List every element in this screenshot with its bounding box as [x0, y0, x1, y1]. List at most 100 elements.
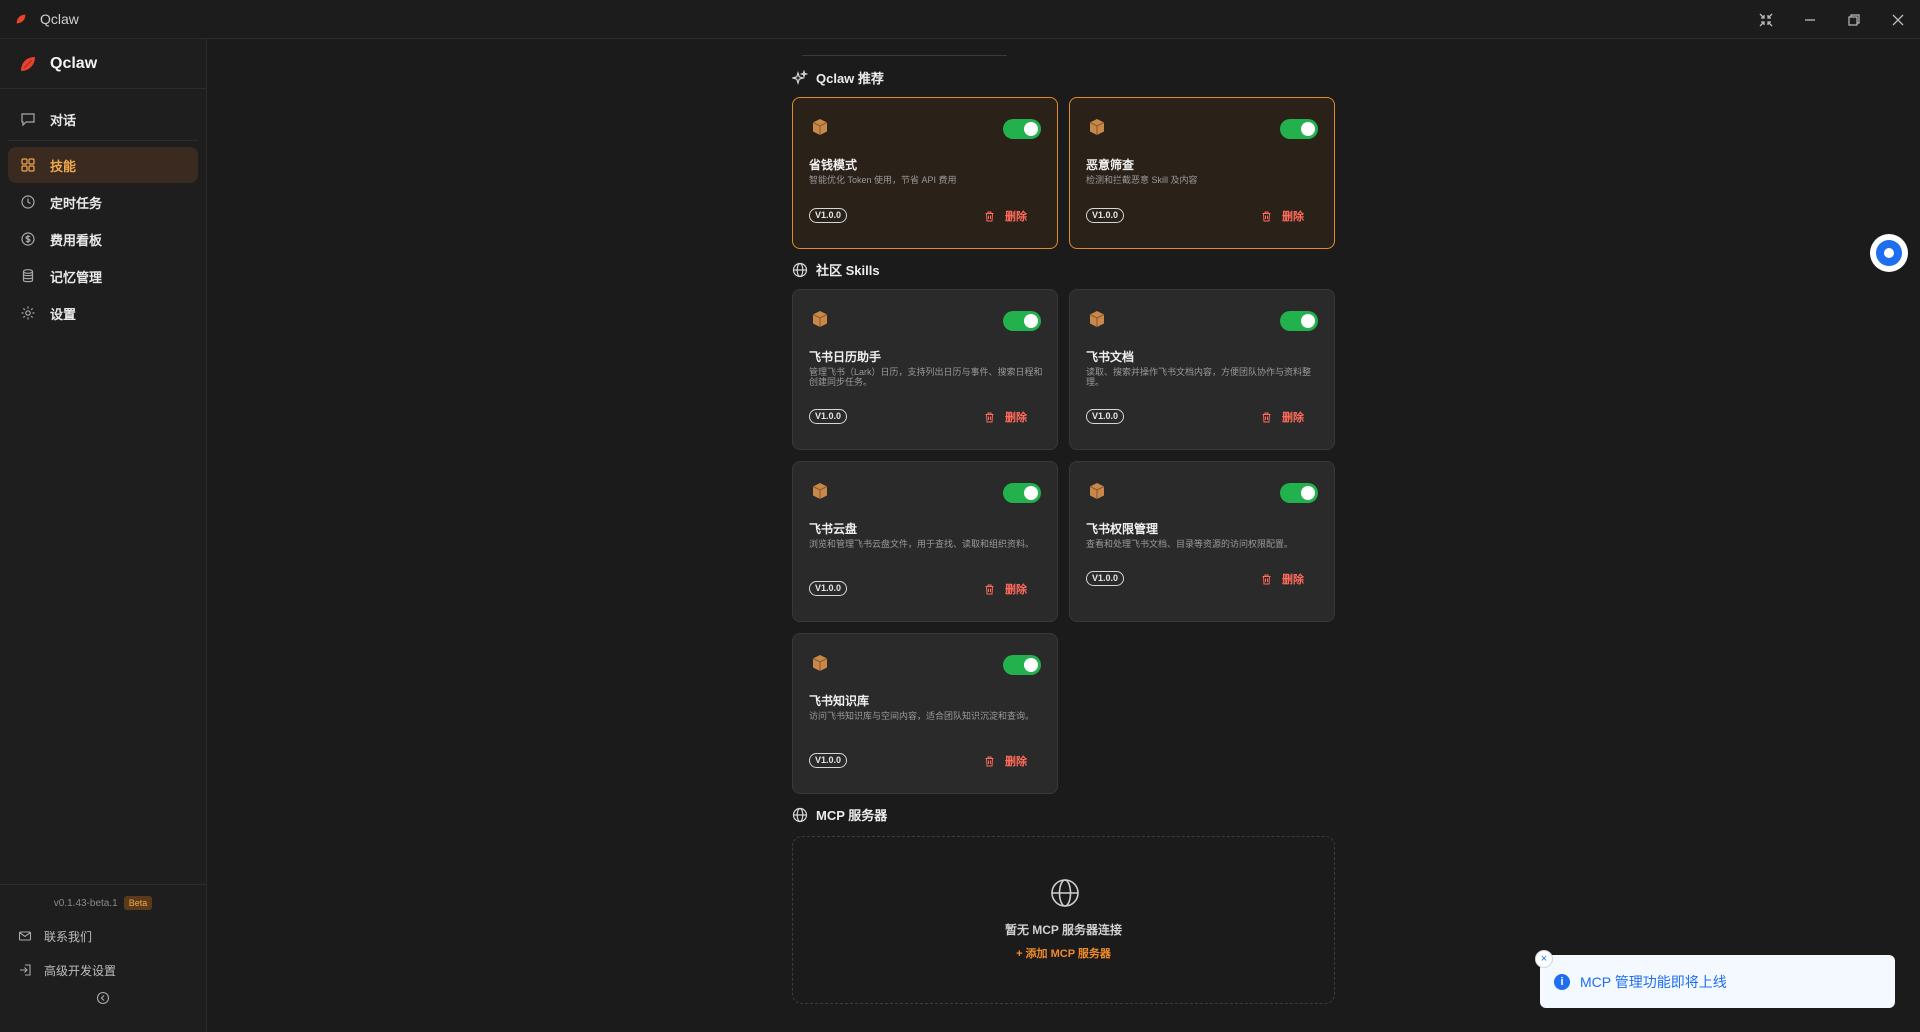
collapse-sidebar-button[interactable]: [0, 991, 206, 1005]
skill-description: 检测和拦截恶意 Skill 及内容: [1086, 175, 1198, 185]
version-text: v0.1.43-beta.1: [53, 897, 118, 909]
skill-enable-toggle[interactable]: [1280, 483, 1318, 503]
globe-icon: [792, 262, 808, 278]
version-row: v0.1.43-beta.1 Beta: [0, 895, 206, 911]
skill-name: 省钱模式: [809, 158, 858, 172]
skill-description: 浏览和管理飞书云盘文件，用于查找、读取和组织资料。: [809, 539, 1035, 549]
dev-settings-link[interactable]: 高级开发设置: [0, 953, 206, 987]
app-logo-icon: [16, 14, 26, 24]
window-title: Qclaw: [40, 11, 79, 27]
dollar-icon: [20, 231, 36, 247]
delete-label: 删除: [1005, 584, 1027, 596]
compact-mode-button[interactable]: [1744, 0, 1788, 39]
database-icon: [20, 268, 36, 284]
brand-logo-icon: [21, 56, 35, 71]
sidebar-item-skills[interactable]: 技能: [8, 147, 198, 183]
package-icon: [812, 119, 828, 135]
recommended-section-title: Qclaw 推荐: [792, 68, 884, 87]
trash-icon: [984, 211, 995, 222]
nav-divider: [8, 140, 198, 141]
sidebar-item-scheduled-tasks[interactable]: 定时任务: [8, 184, 198, 220]
package-icon: [1089, 119, 1105, 135]
delete-skill-button[interactable]: 删除: [984, 753, 1027, 769]
delete-skill-button[interactable]: 删除: [1261, 208, 1304, 224]
gear-icon: [20, 305, 36, 321]
skill-name: 恶意筛查: [1086, 158, 1135, 172]
brand: Qclaw: [0, 39, 206, 89]
version-badge: V1.0.0: [809, 753, 848, 768]
minimize-button[interactable]: [1788, 0, 1832, 39]
section-title-text: 社区 Skills: [816, 263, 880, 278]
close-icon: [1892, 14, 1904, 25]
login-icon: [18, 963, 32, 977]
delete-label: 删除: [1282, 211, 1304, 223]
version-badge: V1.0.0: [1086, 571, 1125, 586]
clock-icon: [20, 194, 36, 210]
floating-assistant-button[interactable]: [1870, 234, 1908, 272]
sidebar-item-chat[interactable]: 对话: [8, 101, 198, 137]
delete-label: 删除: [1005, 211, 1027, 223]
sidebar-nav: 对话 技能 定时任务 费用看板 记忆管理 设置: [0, 101, 206, 331]
grid-icon: [20, 157, 36, 173]
skill-description: 读取、搜索并操作飞书文档内容，方便团队协作与资料整理。: [1086, 367, 1312, 387]
delete-skill-button[interactable]: 删除: [984, 208, 1027, 224]
info-icon: i: [1554, 973, 1570, 990]
skill-name: 飞书日历助手: [809, 350, 882, 364]
skill-enable-toggle[interactable]: [1003, 483, 1041, 503]
sidebar-item-memory[interactable]: 记忆管理: [8, 258, 198, 294]
skill-enable-toggle[interactable]: [1280, 311, 1318, 331]
sidebar-item-label: 记忆管理: [50, 269, 103, 285]
section-title-text: MCP 服务器: [816, 808, 888, 823]
section-title-text: Qclaw 推荐: [816, 71, 884, 86]
sidebar-item-label: 对话: [50, 112, 77, 128]
delete-label: 删除: [1005, 756, 1027, 768]
mcp-empty-state: 暂无 MCP 服务器连接 + 添加 MCP 服务器: [792, 836, 1335, 1004]
delete-label: 删除: [1282, 574, 1304, 586]
toast-close-button[interactable]: ×: [1535, 950, 1553, 968]
close-window-button[interactable]: [1876, 0, 1920, 39]
title-bar: Qclaw: [0, 0, 1920, 39]
delete-skill-button[interactable]: 删除: [1261, 409, 1304, 425]
sparkle-icon: [792, 69, 808, 86]
skill-description: 查看和处理飞书文档、目录等资源的访问权限配置。: [1086, 539, 1294, 549]
contact-us-link[interactable]: 联系我们: [0, 919, 206, 953]
globe-icon: [1051, 879, 1079, 907]
minimize-icon: [1805, 18, 1815, 21]
skill-card-save-money: 省钱模式 智能优化 Token 使用，节省 API 费用 V1.0.0 删除: [792, 97, 1058, 249]
main-area: Qclaw 推荐 省钱模式 智能优化 Token 使用，节省 API 费用 V1…: [207, 39, 1920, 1032]
sidebar-item-settings[interactable]: 设置: [8, 295, 198, 331]
mcp-empty-text: 暂无 MCP 服务器连接: [1004, 923, 1123, 937]
toast-message: MCP 管理功能即将上线: [1580, 973, 1727, 990]
delete-skill-button[interactable]: 删除: [984, 581, 1027, 597]
sidebar-footer: v0.1.43-beta.1 Beta 联系我们 高级开发设置: [0, 884, 206, 1032]
delete-label: 删除: [1005, 412, 1027, 424]
delete-skill-button[interactable]: 删除: [984, 409, 1027, 425]
skill-enable-toggle[interactable]: [1003, 655, 1041, 675]
version-badge: V1.0.0: [1086, 208, 1125, 223]
skill-card-feishu-calendar: 飞书日历助手 管理飞书（Lark）日历，支持列出日历与事件、搜索日程和创建同步任…: [792, 289, 1058, 450]
sidebar-item-cost-dashboard[interactable]: 费用看板: [8, 221, 198, 257]
beta-badge: Beta: [123, 896, 153, 910]
skill-enable-toggle[interactable]: [1003, 119, 1041, 139]
trash-icon: [984, 756, 995, 767]
dev-settings-label: 高级开发设置: [44, 963, 117, 978]
skill-enable-toggle[interactable]: [1280, 119, 1318, 139]
sidebar-item-label: 设置: [50, 306, 77, 322]
skill-name: 飞书权限管理: [1086, 522, 1159, 536]
version-badge: V1.0.0: [809, 208, 848, 223]
skill-card-feishu-wiki: 飞书知识库 访问飞书知识库与空间内容，适合团队知识沉淀和查询。 V1.0.0 删…: [792, 633, 1058, 794]
version-badge: V1.0.0: [1086, 409, 1125, 424]
add-mcp-server-button[interactable]: + 添加 MCP 服务器: [793, 945, 1334, 961]
trash-icon: [1261, 211, 1272, 222]
version-badge: V1.0.0: [809, 581, 848, 596]
delete-label: 删除: [1282, 412, 1304, 424]
skill-description: 访问飞书知识库与空间内容，适合团队知识沉淀和查询。: [809, 711, 1035, 721]
skill-description: 智能优化 Token 使用，节省 API 费用: [809, 175, 957, 185]
skill-name: 飞书云盘: [809, 522, 858, 536]
restore-button[interactable]: [1832, 0, 1876, 39]
delete-skill-button[interactable]: 删除: [1261, 571, 1304, 587]
skill-enable-toggle[interactable]: [1003, 311, 1041, 331]
assistant-icon: [1876, 240, 1902, 266]
mail-icon: [18, 929, 32, 943]
collapse-left-icon: [96, 991, 110, 1005]
